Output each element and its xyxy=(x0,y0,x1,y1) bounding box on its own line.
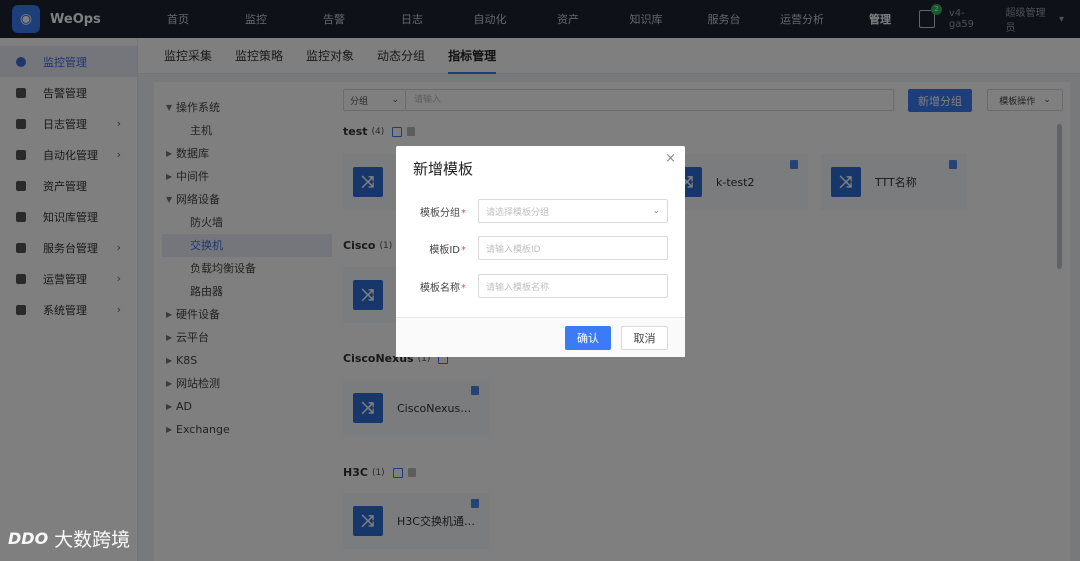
form-row-group: 模板分组* 请选择模板分组 ⌄ xyxy=(396,199,685,223)
input-placeholder: 请输入模板名称 xyxy=(486,282,550,293)
cancel-button[interactable]: 取消 xyxy=(621,326,668,350)
confirm-button[interactable]: 确认 xyxy=(565,326,611,350)
field-label-text: 模板ID xyxy=(429,244,460,256)
chevron-down-icon: ⌄ xyxy=(652,206,660,216)
dialog-title: 新增模板 xyxy=(413,160,474,178)
required-mark: * xyxy=(461,244,466,256)
field-label: 模板ID* xyxy=(396,241,466,256)
field-label: 模板分组* xyxy=(396,204,466,219)
close-icon[interactable]: × xyxy=(665,151,676,166)
input-placeholder: 请输入模板ID xyxy=(486,244,541,255)
template-group-select[interactable]: 请选择模板分组 ⌄ xyxy=(478,199,668,223)
form-row-id: 模板ID* 请输入模板ID xyxy=(396,236,685,260)
required-mark: * xyxy=(461,282,466,294)
template-name-input[interactable]: 请输入模板名称 xyxy=(478,274,668,298)
form-row-name: 模板名称* 请输入模板名称 xyxy=(396,274,685,298)
field-label: 模板名称* xyxy=(396,279,466,294)
select-placeholder: 请选择模板分组 xyxy=(486,207,550,218)
dialog-footer: 确认 取消 xyxy=(396,317,685,357)
field-label-text: 模板名称 xyxy=(420,282,460,294)
required-mark: * xyxy=(461,207,466,219)
watermark-text: 大数跨境 xyxy=(54,529,131,551)
watermark: DDO 大数跨境 xyxy=(8,525,130,552)
field-label-text: 模板分组 xyxy=(420,207,460,219)
template-id-input[interactable]: 请输入模板ID xyxy=(478,236,668,260)
watermark-logo: DDO xyxy=(8,529,49,548)
add-template-dialog: 新增模板 × 模板分组* 请选择模板分组 ⌄ 模板ID* 请输入模板ID 模板名称… xyxy=(396,146,685,357)
